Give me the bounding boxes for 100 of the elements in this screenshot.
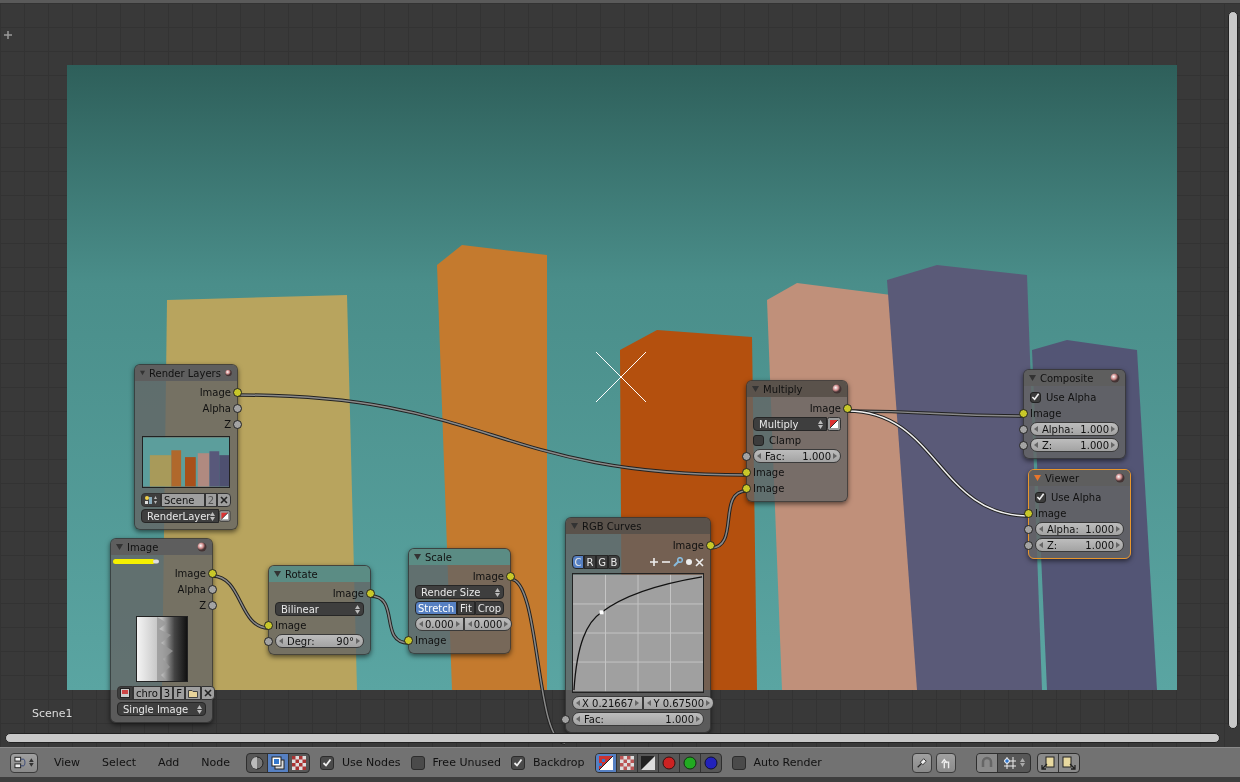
socket-dot[interactable] bbox=[843, 403, 852, 413]
zoom-in-icon[interactable] bbox=[649, 557, 659, 567]
menu-item[interactable]: Node bbox=[195, 756, 237, 769]
editor-type-button[interactable] bbox=[10, 752, 38, 773]
menu-item[interactable]: Add bbox=[152, 756, 186, 769]
render-icon[interactable] bbox=[219, 509, 231, 523]
number-field[interactable]: 0.000 bbox=[415, 617, 464, 631]
socket-dot[interactable] bbox=[1019, 408, 1028, 418]
menu-item[interactable]: Select bbox=[96, 756, 143, 769]
socket-dot[interactable] bbox=[1024, 540, 1033, 550]
increment-arrow-icon[interactable] bbox=[356, 638, 360, 644]
increment-arrow-icon[interactable] bbox=[1111, 426, 1115, 432]
socket-dot[interactable] bbox=[1019, 424, 1028, 434]
dropdown-menu[interactable]: Single Image bbox=[117, 702, 206, 716]
dropdown-menu[interactable]: Multiply bbox=[753, 417, 827, 431]
dropdown-menu[interactable]: Bilinear bbox=[275, 602, 364, 616]
menu-item[interactable]: View bbox=[48, 756, 87, 769]
vertical-scrollbar[interactable] bbox=[1228, 11, 1238, 729]
decrement-arrow-icon[interactable] bbox=[1039, 526, 1043, 532]
decrement-arrow-icon[interactable] bbox=[1039, 542, 1043, 548]
decrement-arrow-icon[interactable] bbox=[647, 700, 652, 706]
socket-dot[interactable] bbox=[1019, 440, 1028, 450]
socket-dot[interactable] bbox=[706, 540, 715, 550]
increment-arrow-icon[interactable] bbox=[504, 621, 509, 627]
mode-toggle-button[interactable]: Stretch bbox=[415, 601, 458, 615]
mode-toggle-button[interactable]: Crop bbox=[474, 601, 505, 615]
preview-sphere-icon[interactable] bbox=[224, 368, 232, 378]
socket-dot[interactable] bbox=[233, 387, 242, 397]
decrement-arrow-icon[interactable] bbox=[1034, 426, 1038, 432]
snap-magnet-button[interactable] bbox=[976, 753, 998, 772]
image-browse-button[interactable] bbox=[117, 686, 133, 700]
checkbox[interactable] bbox=[410, 755, 425, 770]
socket-dot[interactable] bbox=[366, 588, 375, 598]
channel-tab[interactable]: G bbox=[596, 555, 608, 569]
node-header[interactable]: Scale bbox=[409, 549, 510, 565]
curve-graph[interactable] bbox=[572, 573, 704, 693]
number-field[interactable]: Y 0.67500 bbox=[643, 696, 715, 710]
wrench-icon[interactable] bbox=[673, 557, 683, 567]
checkbox[interactable] bbox=[731, 755, 746, 770]
socket-dot[interactable] bbox=[1024, 524, 1033, 534]
increment-arrow-icon[interactable] bbox=[635, 700, 640, 706]
pin-button[interactable] bbox=[911, 752, 932, 773]
number-field[interactable]: Alpha: 1.000 bbox=[1035, 522, 1124, 536]
checkbox[interactable] bbox=[753, 434, 764, 446]
node-tree-type-button[interactable] bbox=[247, 753, 269, 772]
decrement-arrow-icon[interactable] bbox=[576, 700, 580, 706]
checkbox[interactable] bbox=[1030, 391, 1041, 403]
increment-arrow-icon[interactable] bbox=[833, 453, 837, 459]
increment-arrow-icon[interactable] bbox=[706, 700, 711, 706]
socket-dot[interactable] bbox=[742, 451, 751, 461]
dropdown-menu[interactable]: RenderLayer bbox=[141, 509, 220, 523]
number-field[interactable]: X 0.21667 bbox=[572, 696, 644, 710]
increment-arrow-icon[interactable] bbox=[696, 716, 700, 722]
channel-tab[interactable]: R bbox=[584, 555, 596, 569]
socket-dot[interactable] bbox=[233, 419, 242, 429]
increment-arrow-icon[interactable] bbox=[455, 621, 460, 627]
number-field[interactable]: 0.000 bbox=[463, 617, 513, 631]
socket-dot[interactable] bbox=[208, 600, 217, 610]
horizontal-scrollbar[interactable] bbox=[5, 733, 1220, 743]
number-field[interactable]: Z: 1.000 bbox=[1030, 438, 1119, 452]
unlink-button[interactable] bbox=[201, 686, 215, 700]
socket-dot[interactable] bbox=[233, 403, 242, 413]
collapse-triangle-icon[interactable] bbox=[414, 554, 421, 560]
parent-tree-button[interactable] bbox=[935, 752, 956, 773]
decrement-arrow-icon[interactable] bbox=[419, 621, 423, 627]
fake-user-button[interactable]: F bbox=[173, 686, 185, 700]
scene-browse-button[interactable] bbox=[141, 493, 161, 507]
socket-dot[interactable] bbox=[264, 636, 273, 646]
node-tree-type-button[interactable] bbox=[268, 753, 290, 772]
scene-name-field[interactable]: Scene bbox=[161, 493, 205, 507]
decrement-arrow-icon[interactable] bbox=[757, 453, 761, 459]
socket-dot[interactable] bbox=[742, 467, 751, 477]
socket-dot[interactable] bbox=[742, 483, 751, 493]
node-header[interactable]: Rotate bbox=[269, 566, 370, 582]
image-name-field[interactable]: chro bbox=[133, 686, 161, 700]
increment-arrow-icon[interactable] bbox=[1111, 442, 1115, 448]
unlink-button[interactable] bbox=[217, 493, 231, 507]
dot-icon[interactable] bbox=[685, 558, 693, 566]
render-icon[interactable] bbox=[827, 417, 841, 431]
preview-sphere-icon[interactable] bbox=[1115, 473, 1125, 483]
channel-tab[interactable]: B bbox=[608, 555, 620, 569]
plus-icon[interactable] bbox=[3, 30, 13, 40]
socket-dot[interactable] bbox=[208, 584, 217, 594]
decrement-arrow-icon[interactable] bbox=[576, 716, 580, 722]
dropdown-menu[interactable]: Render Size bbox=[415, 585, 504, 599]
number-field[interactable]: Alpha: 1.000 bbox=[1030, 422, 1119, 436]
increment-arrow-icon[interactable] bbox=[1116, 526, 1120, 532]
collapse-triangle-icon[interactable] bbox=[274, 571, 281, 577]
checkbox[interactable] bbox=[320, 755, 335, 770]
open-file-button[interactable] bbox=[185, 686, 201, 700]
decrement-arrow-icon[interactable] bbox=[1034, 442, 1038, 448]
socket-dot[interactable] bbox=[1024, 508, 1033, 518]
number-field[interactable]: Fac: 1.000 bbox=[753, 449, 841, 463]
number-field[interactable]: Degr: 90° bbox=[275, 634, 364, 648]
socket-dot[interactable] bbox=[404, 635, 413, 645]
preview-sphere-icon[interactable] bbox=[197, 542, 207, 552]
mode-toggle-button[interactable]: Fit bbox=[457, 601, 475, 615]
checkbox[interactable] bbox=[1035, 491, 1046, 503]
number-field[interactable]: Z: 1.000 bbox=[1035, 538, 1124, 552]
preview-sphere-icon[interactable] bbox=[832, 384, 842, 394]
